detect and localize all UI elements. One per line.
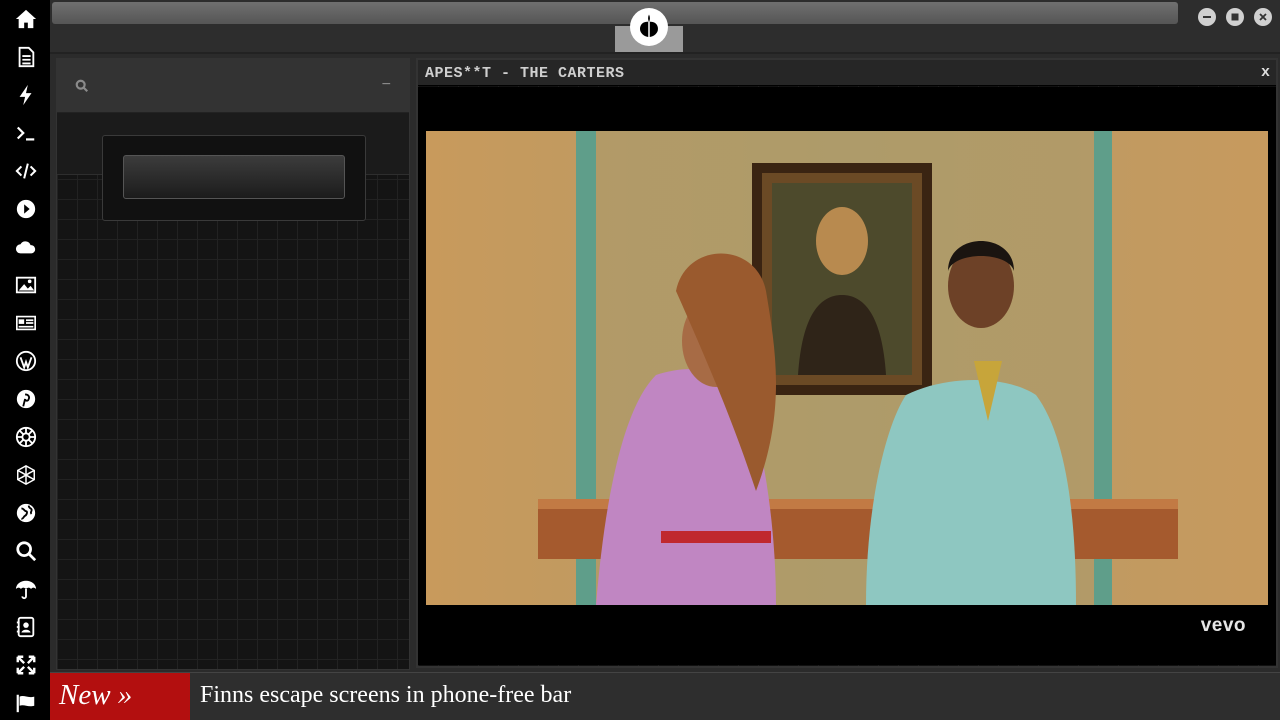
video-frame-image <box>426 131 1268 605</box>
video-window: APES**T - THE CARTERS x vevo <box>416 58 1278 668</box>
play-icon[interactable] <box>13 196 39 222</box>
contacts-icon[interactable] <box>13 614 39 640</box>
address-bar[interactable] <box>52 2 1178 24</box>
rebel-alliance-icon[interactable] <box>630 8 668 46</box>
maximize-button[interactable] <box>1226 8 1244 26</box>
polyhedron-icon[interactable] <box>13 462 39 488</box>
terminal-icon[interactable] <box>13 120 39 146</box>
close-button[interactable] <box>1254 8 1272 26</box>
top-bar <box>50 0 1280 54</box>
wordpress-icon[interactable] <box>13 348 39 374</box>
home-icon[interactable] <box>13 6 39 32</box>
empire-icon[interactable] <box>13 424 39 450</box>
input-box <box>102 135 366 221</box>
video-player[interactable]: vevo <box>418 87 1276 665</box>
image-icon[interactable] <box>13 272 39 298</box>
search-icon <box>75 79 91 95</box>
sidebar <box>0 0 50 720</box>
lightning-icon[interactable] <box>13 82 39 108</box>
search-icon[interactable] <box>13 538 39 564</box>
search-panel: − <box>56 58 410 670</box>
flag-icon[interactable] <box>13 690 39 716</box>
umbrella-icon[interactable] <box>13 576 39 602</box>
globe-icon[interactable] <box>13 500 39 526</box>
ticker-headline[interactable]: Finns escape screens in phone-free bar <box>200 682 571 709</box>
text-input[interactable] <box>123 155 345 199</box>
pinterest-icon[interactable] <box>13 386 39 412</box>
video-close-button[interactable]: x <box>1261 64 1270 81</box>
cloud-icon[interactable] <box>13 234 39 260</box>
search-bar[interactable]: − <box>57 59 409 113</box>
expand-icon[interactable] <box>13 652 39 678</box>
minimize-button[interactable] <box>1198 8 1216 26</box>
video-title: APES**T - THE CARTERS <box>425 65 625 82</box>
collapse-button[interactable]: − <box>382 76 391 94</box>
code-icon[interactable] <box>13 158 39 184</box>
video-titlebar: APES**T - THE CARTERS x <box>418 60 1276 86</box>
news-ticker: New » Finns escape screens in phone-free… <box>50 672 1280 720</box>
vevo-watermark: vevo <box>1200 615 1246 636</box>
ticker-label: New » <box>50 673 190 720</box>
document-icon[interactable] <box>13 44 39 70</box>
newspaper-icon[interactable] <box>13 310 39 336</box>
